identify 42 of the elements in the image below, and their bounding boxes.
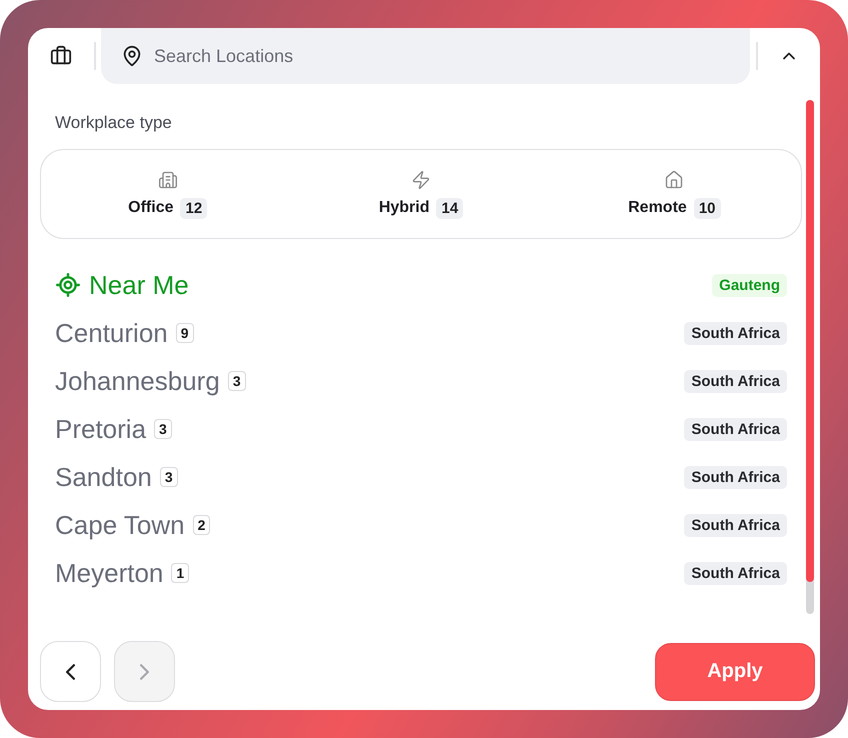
section-title: Workplace type xyxy=(55,113,173,133)
option-label: Remote xyxy=(628,199,687,217)
lightning-icon xyxy=(410,170,431,190)
location-name[interactable]: Sandton xyxy=(55,462,152,492)
back-button[interactable] xyxy=(40,641,101,702)
workplace-option[interactable]: Hybrid 14 xyxy=(294,150,548,238)
region-tag: South Africa xyxy=(684,370,787,392)
location-name[interactable]: Cape Town xyxy=(55,510,185,540)
count-badge: 10 xyxy=(694,198,720,218)
scrollbar[interactable] xyxy=(806,100,814,614)
search-field[interactable]: Search Locations xyxy=(101,28,750,84)
location-name[interactable]: Pretoria xyxy=(55,414,146,444)
region-tag: South Africa xyxy=(684,514,787,536)
option-label: Hybrid xyxy=(378,199,430,217)
region-tag: South Africa xyxy=(684,562,787,584)
location-name[interactable]: Near Me xyxy=(89,270,189,300)
workplace-option[interactable]: Remote 10 xyxy=(548,150,801,238)
count-badge: 2 xyxy=(192,515,210,535)
count-badge: 3 xyxy=(160,467,178,487)
count-badge: 1 xyxy=(171,563,190,583)
count-badge: 3 xyxy=(228,371,246,391)
region-tag: Gauteng xyxy=(712,274,787,296)
region-tag: South Africa xyxy=(684,466,787,488)
locate-icon xyxy=(55,272,81,298)
building-icon xyxy=(158,170,178,190)
count-badge: 3 xyxy=(154,419,172,439)
location-name[interactable]: Centurion xyxy=(55,318,168,348)
workplace-option[interactable]: Office 12 xyxy=(41,150,294,238)
region-tag: South Africa xyxy=(684,322,787,344)
count-badge: 9 xyxy=(176,323,194,343)
house-icon xyxy=(664,170,684,190)
chevron-right-icon xyxy=(140,664,149,680)
briefcase-icon[interactable] xyxy=(50,45,72,67)
chevron-left-icon xyxy=(66,664,75,680)
count-badge: 14 xyxy=(436,198,464,218)
location-name[interactable]: Johannesburg xyxy=(55,366,220,396)
apply-button[interactable]: Apply xyxy=(655,642,815,700)
map-pin-icon xyxy=(121,45,143,67)
location-name[interactable]: Meyerton xyxy=(55,558,164,588)
region-tag: South Africa xyxy=(684,418,787,440)
option-label: Office xyxy=(128,199,174,217)
count-badge: 12 xyxy=(180,198,208,218)
